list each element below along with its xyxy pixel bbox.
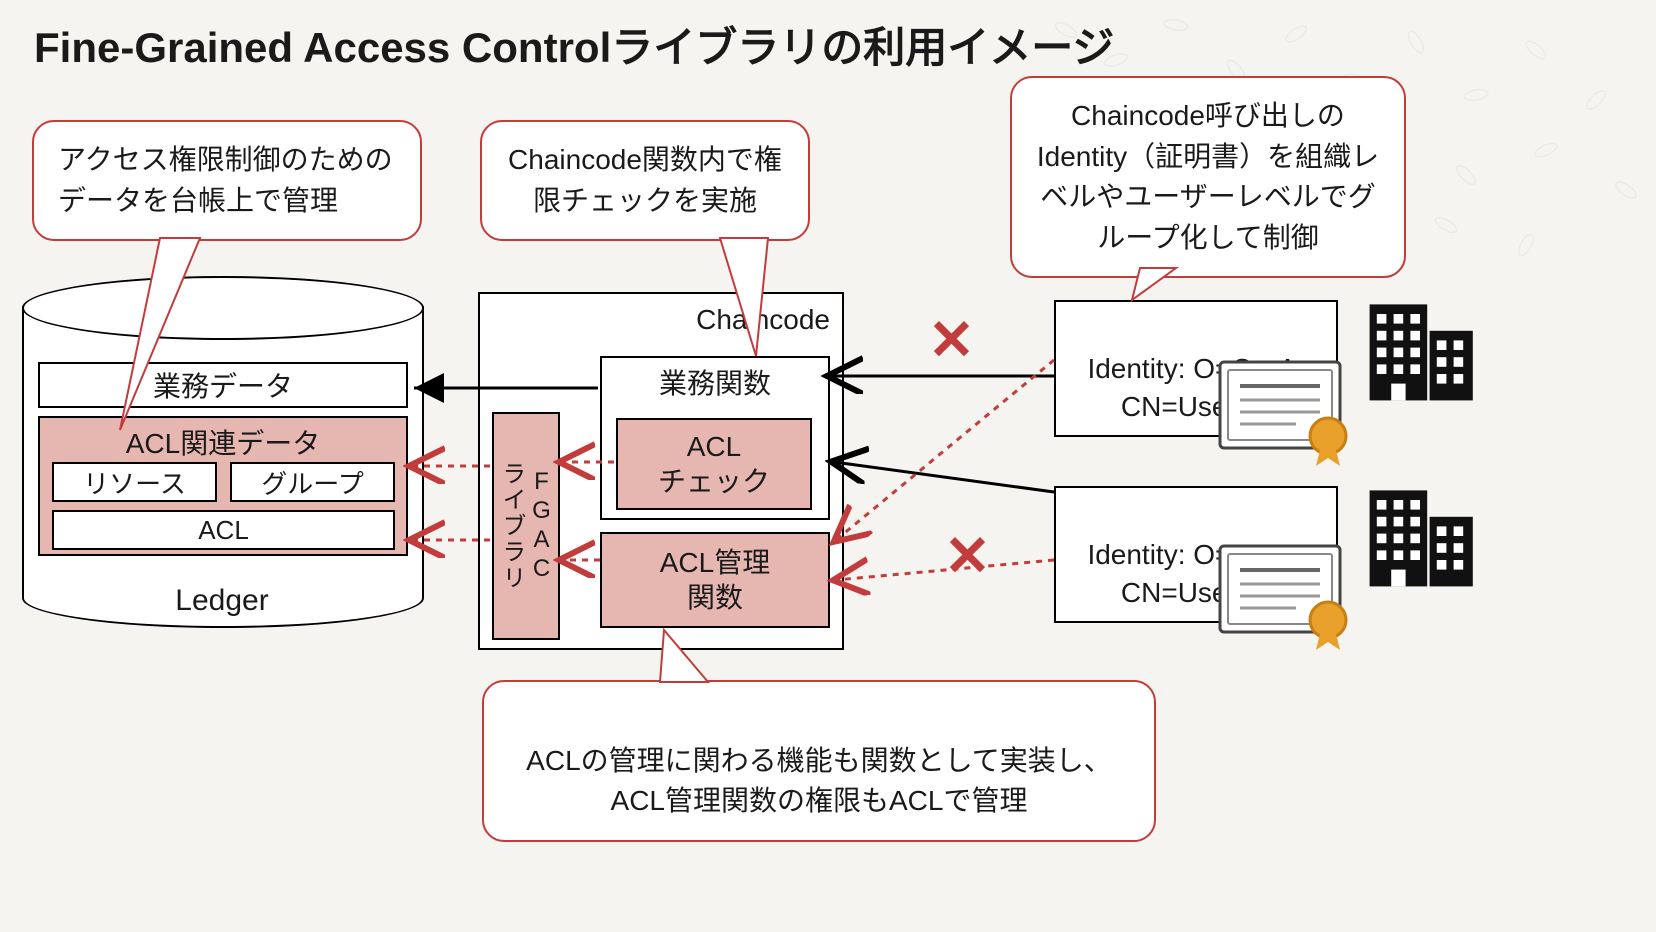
- ledger-business-data: 業務データ: [38, 362, 408, 408]
- ledger-resource-label: リソース: [83, 464, 186, 501]
- acl-check-label: ACL チェック: [658, 429, 770, 499]
- certificate-icon: [1216, 356, 1356, 466]
- callout-chaincode-text: Chaincode関数内で権限チェックを実施: [508, 144, 782, 216]
- deny-icon: ✕: [928, 312, 975, 368]
- business-fn-label: 業務関数: [659, 366, 771, 401]
- fgac-library-box: FGAC ライブラリ: [492, 412, 560, 640]
- callout-acl-mgmt-text: ACLの管理に関わる機能も関数として実装し、 ACL管理関数の権限もACLで管理: [526, 745, 1112, 817]
- certificate-icon: [1216, 540, 1356, 650]
- ledger-acl-related-label: ACL関連データ: [40, 422, 406, 462]
- callout-ledger-text: アクセス権限制御のためのデータを台帳上で管理: [58, 144, 393, 216]
- acl-mgmt-fn-box: ACL管理 関数: [600, 532, 830, 628]
- fgac-library-label: FGAC ライブラリ: [496, 461, 556, 591]
- slide-title: Fine-Grained Access Controlライブラリの利用イメージ: [34, 14, 1114, 75]
- acl-check-box: ACL チェック: [616, 418, 812, 510]
- ledger-acl-related: ACL関連データ リソース グループ ACL: [38, 416, 408, 556]
- ledger-group: グループ: [230, 462, 395, 502]
- callout-identity: Chaincode呼び出しのIdentity（証明書）を組織レベルやユーザーレベ…: [1010, 76, 1406, 278]
- ledger-business-data-label: 業務データ: [153, 365, 293, 405]
- deny-icon: ✕: [944, 528, 991, 584]
- callout-chaincode: Chaincode関数内で権限チェックを実施: [480, 120, 810, 241]
- ledger-acl-label: ACL: [198, 515, 249, 546]
- ledger-label: Ledger: [22, 584, 422, 618]
- ledger-resource: リソース: [52, 462, 217, 502]
- ledger-group-label: グループ: [261, 464, 363, 501]
- ledger-cylinder: Ledger 業務データ ACL関連データ リソース グループ ACL: [22, 276, 422, 656]
- chaincode-container: Chaincode FGAC ライブラリ 業務関数 ACL チェック ACL管理…: [478, 292, 844, 650]
- callout-acl-mgmt: ACLの管理に関わる機能も関数として実装し、 ACL管理関数の権限もACLで管理: [482, 680, 1156, 842]
- building-icon: [1360, 476, 1480, 596]
- callout-ledger: アクセス権限制御のためのデータを台帳上で管理: [32, 120, 422, 241]
- ledger-acl: ACL: [52, 510, 395, 550]
- building-icon: [1360, 290, 1480, 410]
- chaincode-label: Chaincode: [696, 304, 830, 336]
- acl-mgmt-fn-label: ACL管理 関数: [660, 545, 770, 615]
- callout-identity-text: Chaincode呼び出しのIdentity（証明書）を組織レベルやユーザーレベ…: [1037, 100, 1379, 253]
